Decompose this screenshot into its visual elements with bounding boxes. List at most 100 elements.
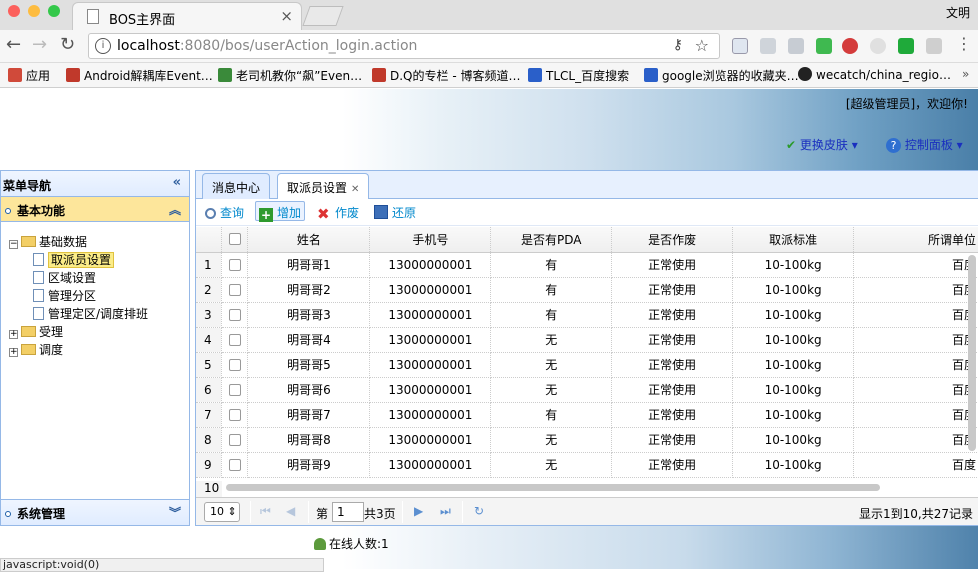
chevron-down-icon[interactable]: ︾	[169, 504, 181, 521]
select-all-checkbox[interactable]	[221, 227, 249, 253]
table-row[interactable]: 5 明哥哥5 13000000001 无正常使用 10-100kg 百度	[196, 352, 978, 378]
welcome-text: [超级管理员]，欢迎你!	[845, 97, 968, 111]
column-header[interactable]: 所谓单位	[853, 227, 978, 253]
tab-close-button[interactable]: ×	[280, 7, 293, 25]
profile-name[interactable]: 文明	[946, 4, 970, 21]
collapse-left-icon[interactable]: «	[173, 175, 181, 190]
bookmark-item[interactable]: D.Q的专栏 - 博客频道…	[372, 67, 520, 84]
extension-icon[interactable]	[870, 38, 886, 54]
tree-node-dispatch[interactable]: + 调度	[9, 341, 189, 359]
last-page-icon[interactable]: ⏭	[440, 504, 451, 519]
row-checkbox[interactable]	[221, 402, 249, 428]
address-bar[interactable]: i localhost:8080/bos/userAction_login.ac…	[88, 33, 720, 59]
table-cell: 明哥哥1	[247, 252, 371, 278]
collapse-icon[interactable]: −	[9, 240, 18, 249]
shield-icon[interactable]	[816, 38, 832, 54]
reload-icon[interactable]: ↻	[60, 34, 75, 55]
maximize-window-button[interactable]	[48, 5, 60, 17]
page-number-input[interactable]: 1	[332, 502, 364, 522]
tree-item-manage-partitions[interactable]: 管理分区	[9, 287, 189, 305]
table-row[interactable]: 4 明哥哥4 13000000001 无正常使用 10-100kg 百度	[196, 327, 978, 353]
bookmark-item[interactable]: wecatch/china_regio…	[798, 67, 951, 82]
table-row[interactable]: 6 明哥哥6 13000000001 无正常使用 10-100kg 百度	[196, 377, 978, 403]
bookmark-apps[interactable]: 应用	[8, 67, 50, 84]
row-checkbox[interactable]	[221, 427, 249, 453]
table-row[interactable]: 1 明哥哥1 13000000001 有正常使用 10-100kg 百度	[196, 252, 978, 278]
bookmark-item[interactable]: TLCL_百度搜索	[528, 67, 629, 84]
tab-courier-settings[interactable]: 取派员设置 ✕	[277, 173, 370, 200]
table-cell: 无	[490, 427, 613, 453]
browser-tab[interactable]: BOS主界面 ×	[72, 2, 302, 30]
chevron-up-icon[interactable]: ︽	[169, 201, 181, 218]
change-skin-menu[interactable]: ✔ 更换皮肤 ▾	[786, 136, 858, 153]
column-header[interactable]: 是否作废	[611, 227, 734, 253]
restore-button[interactable]: 还原	[371, 204, 419, 224]
basic-functions-accordion[interactable]: 基本功能 ︽	[1, 197, 189, 222]
bookmark-item[interactable]: google浏览器的收藏夹…	[644, 67, 799, 84]
cursor-extension-icon[interactable]	[788, 38, 804, 54]
tree-item-courier-settings[interactable]: 取派员设置	[9, 251, 189, 269]
add-button[interactable]: + 增加	[255, 201, 306, 222]
first-page-icon[interactable]: ⏮	[260, 504, 271, 519]
prev-page-icon[interactable]: ◀	[286, 504, 295, 518]
query-button[interactable]: 查询	[202, 204, 247, 224]
info-icon[interactable]: i	[95, 38, 111, 54]
bookmark-star-icon[interactable]: ☆	[695, 36, 709, 55]
table-row[interactable]: 8 明哥哥8 13000000001 无正常使用 10-100kg 百度	[196, 427, 978, 453]
tree-node-accept[interactable]: + 受理	[9, 323, 189, 341]
bookmark-item[interactable]: 老司机教你“飙”Even…	[218, 67, 362, 84]
close-tab-icon[interactable]: ✕	[351, 184, 359, 195]
table-cell: 10-100kg	[732, 402, 855, 428]
table-row[interactable]: 9 明哥哥9 13000000001 无正常使用 10-100kg 百度	[196, 452, 978, 478]
table-cell: 明哥哥7	[247, 402, 371, 428]
minimize-window-button[interactable]	[28, 5, 40, 17]
expand-icon[interactable]: +	[9, 330, 18, 339]
delete-button[interactable]: ✖ 作废	[314, 204, 362, 224]
baidu-paw-icon	[644, 68, 658, 82]
system-management-accordion[interactable]: 系统管理 ︾	[1, 499, 189, 525]
tab-message-center[interactable]: 消息中心	[202, 173, 271, 199]
column-header[interactable]: 是否有PDA	[490, 227, 613, 253]
table-row[interactable]: 3 明哥哥3 13000000001 有正常使用 10-100kg 百度	[196, 302, 978, 328]
row-checkbox[interactable]	[221, 327, 249, 353]
page-label: 第	[316, 507, 329, 521]
refresh-icon[interactable]: ↻	[474, 504, 484, 518]
extension-icon[interactable]	[732, 38, 748, 54]
close-window-button[interactable]	[8, 5, 20, 17]
row-checkbox[interactable]	[221, 452, 249, 478]
menu-dots-icon[interactable]: ⋮	[956, 34, 972, 53]
table-cell: 明哥哥5	[247, 352, 371, 378]
row-checkbox[interactable]	[221, 302, 249, 328]
bookmark-item[interactable]: Android解耦库Event…	[66, 67, 213, 84]
extension-icon[interactable]	[760, 38, 776, 54]
column-header[interactable]: 取派标准	[732, 227, 855, 253]
new-tab-button[interactable]	[302, 6, 344, 26]
table-row[interactable]: 7 明哥哥7 13000000001 有正常使用 10-100kg 百度	[196, 402, 978, 428]
tree-item-manage-fixed-areas[interactable]: 管理定区/调度排班	[9, 305, 189, 323]
row-checkbox[interactable]	[221, 352, 249, 378]
column-header[interactable]: 手机号	[369, 227, 492, 253]
page-size-select[interactable]: 10 ⇕	[204, 502, 240, 522]
key-icon[interactable]: ⚷	[673, 37, 683, 53]
adguard-shield-icon[interactable]	[898, 38, 914, 54]
grid-toolbar: 查询 + 增加 ✖ 作废 还原	[196, 199, 978, 226]
back-arrow-icon[interactable]: ←	[6, 34, 21, 55]
control-panel-menu[interactable]: ? 控制面板 ▾	[886, 136, 963, 153]
table-row[interactable]: 2 明哥哥2 13000000001 有正常使用 10-100kg 百度	[196, 277, 978, 303]
expand-icon[interactable]: +	[9, 348, 18, 357]
table-cell: 百度	[853, 327, 978, 353]
next-page-icon[interactable]: ▶	[414, 504, 423, 518]
forward-arrow-icon[interactable]: →	[32, 34, 47, 55]
vertical-scrollbar[interactable]	[968, 255, 976, 451]
extension-icon[interactable]	[926, 38, 942, 54]
row-checkbox[interactable]	[221, 252, 249, 278]
tree-item-region-settings[interactable]: 区域设置	[9, 269, 189, 287]
more-bookmarks-icon[interactable]: »	[962, 67, 969, 81]
table-cell: 13000000001	[369, 402, 492, 428]
row-checkbox[interactable]	[221, 377, 249, 403]
column-header[interactable]: 姓名	[247, 227, 371, 253]
row-checkbox[interactable]	[221, 277, 249, 303]
yab-extension-icon[interactable]	[842, 38, 858, 54]
horizontal-scrollbar[interactable]	[226, 484, 880, 491]
tree-node-basic-data[interactable]: − 基础数据	[9, 233, 189, 251]
